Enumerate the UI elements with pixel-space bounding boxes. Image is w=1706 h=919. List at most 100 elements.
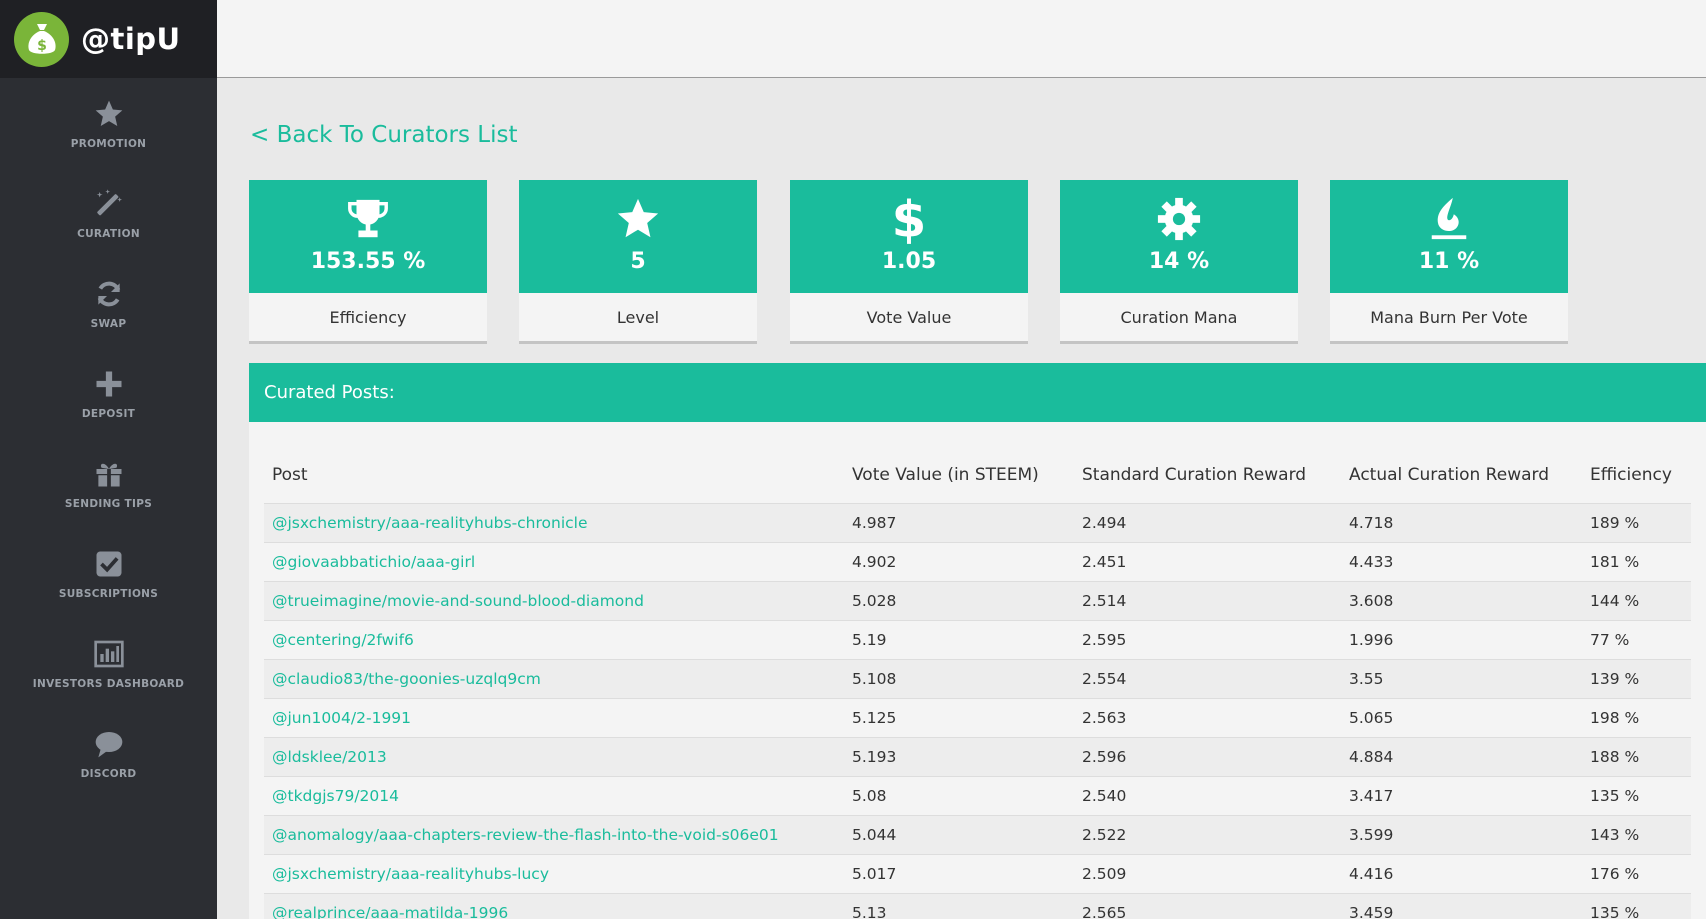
table-cell: 5.065 — [1341, 698, 1582, 738]
chat-bubble-icon — [92, 727, 126, 761]
sidebar-item-swap[interactable]: SWAP — [0, 258, 217, 348]
stat-card-vote-value: $ 1.05 Vote Value — [790, 180, 1028, 341]
post-link[interactable]: @giovaabbatichio/aaa-girl — [264, 542, 844, 582]
post-link[interactable]: @ldsklee/2013 — [264, 737, 844, 777]
post-link[interactable]: @realprince/aaa-matilda-1996 — [264, 893, 844, 919]
column-header: Vote Value (in STEEM) — [844, 447, 1074, 504]
table-row: @anomalogy/aaa-chapters-review-the-flash… — [264, 815, 1691, 855]
table-cell: 5.19 — [844, 620, 1074, 660]
table-cell: 2.565 — [1074, 893, 1341, 919]
sidebar-item-label: DEPOSIT — [81, 407, 136, 420]
stat-label: Level — [616, 307, 660, 327]
gift-icon — [92, 457, 126, 491]
main-content: < Back To Curators List 153.55 % Efficie… — [217, 79, 1706, 919]
sidebar: $ @tipU PROMOTION CURATION SWAP DEPOSIT … — [0, 0, 217, 919]
refresh-icon — [92, 277, 126, 311]
table-cell: 4.416 — [1341, 854, 1582, 894]
svg-text:$: $ — [892, 194, 927, 244]
stat-value: 5 — [630, 249, 646, 274]
sidebar-item-label: SWAP — [90, 317, 127, 330]
stat-value: 1.05 — [881, 249, 937, 274]
stat-label: Efficiency — [329, 307, 407, 327]
table-row: @realprince/aaa-matilda-1996 5.13 2.565 3.4… — [264, 893, 1691, 919]
table-cell: 144 % — [1582, 581, 1691, 621]
table-cell: 181 % — [1582, 542, 1691, 582]
table-cell: 2.554 — [1074, 659, 1341, 699]
sidebar-item-label: SENDING TIPS — [64, 497, 153, 510]
curated-posts-panel: Curated Posts: Post Vote Value (in STEEM… — [249, 363, 1706, 919]
table-row: @jsxchemistry/aaa-realityhubs-lucy 5.017 2… — [264, 854, 1691, 894]
post-link[interactable]: @tkdgjs79/2014 — [264, 776, 844, 816]
table-cell: 5.125 — [844, 698, 1074, 738]
table-cell: 5.028 — [844, 581, 1074, 621]
stat-value: 14 % — [1148, 249, 1210, 274]
sidebar-item-label: INVESTORS DASHBOARD — [32, 677, 185, 690]
table-cell: 5.193 — [844, 737, 1074, 777]
table-cell: 4.718 — [1341, 503, 1582, 543]
table-cell: 135 % — [1582, 893, 1691, 919]
table-cell: 5.017 — [844, 854, 1074, 894]
curated-posts-table: Post Vote Value (in STEEM) Standard Cura… — [264, 447, 1691, 919]
sidebar-item-sending-tips[interactable]: SENDING TIPS — [0, 438, 217, 528]
sidebar-item-subscriptions[interactable]: SUBSCRIPTIONS — [0, 528, 217, 618]
post-link[interactable]: @jsxchemistry/aaa-realityhubs-lucy — [264, 854, 844, 894]
stat-label: Mana Burn Per Vote — [1370, 307, 1528, 327]
money-bag-icon: $ — [14, 11, 69, 67]
star-icon — [614, 195, 662, 243]
column-header: Post — [264, 447, 844, 504]
sidebar-item-curation[interactable]: CURATION — [0, 168, 217, 258]
stat-value: 153.55 % — [310, 249, 426, 274]
gear-icon — [1155, 195, 1203, 243]
stat-card-efficiency: 153.55 % Efficiency — [249, 180, 487, 341]
table-cell: 4.433 — [1341, 542, 1582, 582]
post-link[interactable]: @jun1004/2-1991 — [264, 698, 844, 738]
sidebar-item-label: CURATION — [77, 227, 140, 240]
panel-title: Curated Posts: — [249, 363, 1706, 422]
magic-wand-icon — [92, 187, 126, 221]
table-cell: 2.563 — [1074, 698, 1341, 738]
post-link[interactable]: @claudio83/the-goonies-uzqlq9cm — [264, 659, 844, 699]
table-row: @tkdgjs79/2014 5.08 2.540 3.417 135 % — [264, 776, 1691, 816]
table-cell: 139 % — [1582, 659, 1691, 699]
table-cell: 4.902 — [844, 542, 1074, 582]
table-cell: 2.451 — [1074, 542, 1341, 582]
table-cell: 3.608 — [1341, 581, 1582, 621]
post-link[interactable]: @centering/2fwif6 — [264, 620, 844, 660]
back-to-curators-link[interactable]: < Back To Curators List — [250, 122, 518, 148]
stat-label: Vote Value — [866, 307, 952, 327]
stat-value: 11 % — [1418, 249, 1480, 274]
table-cell: 3.459 — [1341, 893, 1582, 919]
sidebar-item-label: DISCORD — [80, 767, 137, 780]
table-cell: 2.596 — [1074, 737, 1341, 777]
post-link[interactable]: @anomalogy/aaa-chapters-review-the-flash… — [264, 815, 844, 855]
table-cell: 2.540 — [1074, 776, 1341, 816]
sidebar-item-discord[interactable]: DISCORD — [0, 708, 217, 798]
table-cell: 2.509 — [1074, 854, 1341, 894]
column-header: Standard Curation Reward — [1074, 447, 1341, 504]
bar-chart-icon — [92, 637, 126, 671]
sidebar-item-deposit[interactable]: DEPOSIT — [0, 348, 217, 438]
table-row: @giovaabbatichio/aaa-girl 4.902 2.451 4.433… — [264, 542, 1691, 582]
svg-text:$: $ — [37, 38, 47, 54]
stat-card-mana-burn: 11 % Mana Burn Per Vote — [1330, 180, 1568, 341]
column-header: Efficiency — [1582, 447, 1691, 504]
plus-icon — [92, 367, 126, 401]
table-cell: 198 % — [1582, 698, 1691, 738]
table-cell: 2.595 — [1074, 620, 1341, 660]
table-cell: 189 % — [1582, 503, 1691, 543]
post-link[interactable]: @trueimagine/movie-and-sound-blood-diamo… — [264, 581, 844, 621]
table-cell: 5.08 — [844, 776, 1074, 816]
post-link[interactable]: @jsxchemistry/aaa-realityhubs-chronicle — [264, 503, 844, 543]
sidebar-item-label: SUBSCRIPTIONS — [58, 587, 159, 600]
brand-header[interactable]: $ @tipU — [0, 0, 217, 78]
top-bar — [217, 0, 1706, 78]
sidebar-item-promotion[interactable]: PROMOTION — [0, 78, 217, 168]
table-row: @claudio83/the-goonies-uzqlq9cm 5.108 2.55… — [264, 659, 1691, 699]
table-cell: 2.522 — [1074, 815, 1341, 855]
star-icon — [92, 97, 126, 131]
table-cell: 3.55 — [1341, 659, 1582, 699]
brand-name: @tipU — [81, 22, 181, 56]
table-cell: 3.599 — [1341, 815, 1582, 855]
sidebar-item-investors-dashboard[interactable]: INVESTORS DASHBOARD — [0, 618, 217, 708]
table-row: @jsxchemistry/aaa-realityhubs-chronicle 4… — [264, 503, 1691, 543]
